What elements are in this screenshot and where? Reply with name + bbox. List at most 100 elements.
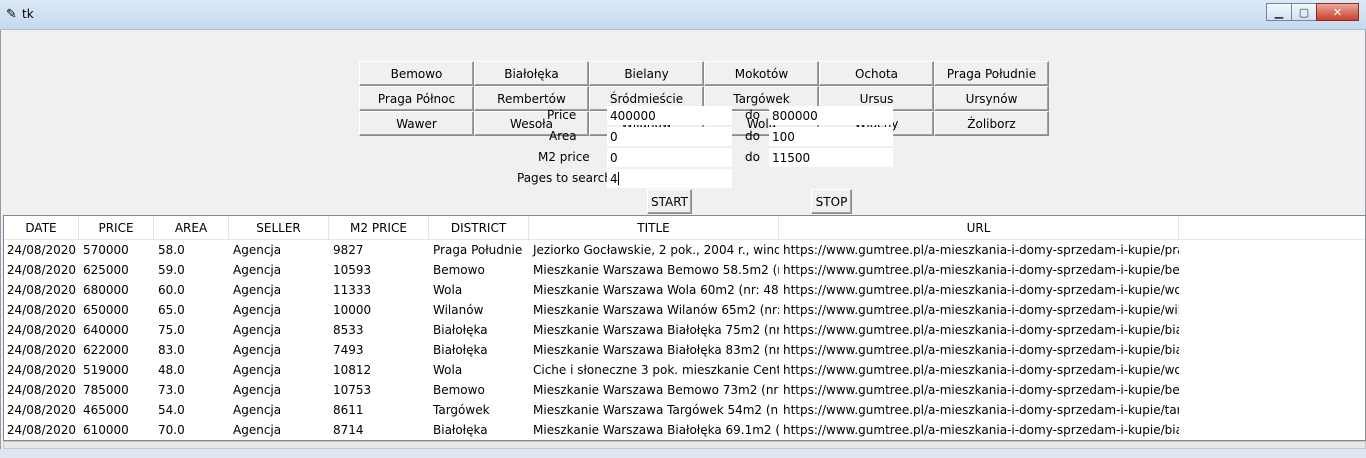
district-button[interactable]: Bemowo (359, 61, 474, 86)
table-row[interactable]: 24/08/2020 640000 75.0 Agencja 8533 Białołęka… (4, 320, 1365, 340)
table-cell: 65.0 (158, 303, 185, 317)
table-cell: 640000 (83, 323, 129, 337)
table-cell: Agencja (233, 263, 282, 277)
stop-button[interactable]: STOP (811, 189, 852, 214)
table-row[interactable]: 24/08/2020 650000 65.0 Agencja 10000 Wilanów M… (4, 300, 1365, 320)
table-cell: https://www.gumtree.pl/a-mieszkania-i-do… (783, 323, 1179, 337)
table-cell: Mieszkanie Warszawa Wola 60m2 (nr: 48954… (533, 283, 779, 297)
table-cell: Bemowo (433, 383, 485, 397)
column-header[interactable]: DATE (4, 216, 79, 239)
table-cell: Wola (433, 283, 463, 297)
table-cell: 24/08/2020 (6, 383, 77, 397)
horizontal-scrollbar[interactable] (3, 441, 1366, 449)
table-cell: https://www.gumtree.pl/a-mieszkania-i-do… (783, 383, 1179, 397)
table-cell: 83.0 (158, 343, 185, 357)
table-cell: https://www.gumtree.pl/a-mieszkania-i-do… (783, 303, 1179, 317)
table-cell: Białołęka (433, 343, 488, 357)
table-cell: 24/08/2020 (6, 303, 77, 317)
district-button[interactable]: Ochota (819, 61, 934, 86)
district-button[interactable]: Bielany (589, 61, 704, 86)
district-button[interactable]: Ursynów (934, 86, 1049, 111)
table-row[interactable]: 24/08/2020 622000 83.0 Agencja 7493 Białołęka… (4, 340, 1365, 360)
column-header[interactable]: SELLER (229, 216, 329, 239)
table-cell: https://www.gumtree.pl/a-mieszkania-i-do… (783, 283, 1179, 297)
start-button[interactable]: START (647, 189, 692, 214)
table-cell: 24/08/2020 (6, 363, 77, 377)
district-button[interactable]: Mokotów (704, 61, 819, 86)
m2-price-from-input[interactable]: 0 (607, 148, 732, 167)
m2-price-to-input[interactable]: 11500 (769, 148, 893, 167)
price-to-input[interactable]: 800000 (769, 106, 893, 125)
district-button[interactable]: Praga Północ (359, 86, 474, 111)
m2-price-to-label: do (745, 150, 760, 164)
column-header[interactable]: AREA (154, 216, 229, 239)
table-row[interactable]: 24/08/2020 570000 58.0 Agencja 9827 Praga Poł… (4, 240, 1365, 260)
table-cell: 625000 (83, 263, 129, 277)
table-cell: Wilanów (433, 303, 484, 317)
table-cell: Mieszkanie Warszawa Targówek 54m2 (nr: 4… (533, 403, 779, 417)
pages-label: Pages to search (517, 171, 612, 185)
table-cell: Agencja (233, 323, 282, 337)
table-body: 24/08/2020 570000 58.0 Agencja 9827 Praga Poł… (4, 240, 1365, 440)
table-row[interactable]: 24/08/2020 625000 59.0 Agencja 10593 Bemowo Mi… (4, 260, 1365, 280)
table-row[interactable]: 24/08/2020 680000 60.0 Agencja 11333 Wola Mies… (4, 280, 1365, 300)
area-to-input[interactable]: 100 (769, 127, 893, 146)
table-row[interactable]: 24/08/2020 785000 73.0 Agencja 10753 Bemowo Mi… (4, 380, 1365, 400)
table-cell: 7493 (333, 343, 364, 357)
table-cell: 24/08/2020 (6, 323, 77, 337)
price-from-input[interactable]: 400000 (607, 106, 732, 125)
column-header[interactable]: M2 PRICE (329, 216, 429, 239)
title-bar: ✎ tk ▁ ▢ ✕ (0, 0, 1366, 30)
table-cell: Bemowo (433, 263, 485, 277)
table-cell: Białołęka (433, 423, 488, 437)
table-cell: Mieszkanie Warszawa Bemowo 58.5m2 (nr: 4… (533, 263, 779, 277)
table-cell: 24/08/2020 (6, 403, 77, 417)
window-title: tk (22, 7, 34, 21)
table-cell: 24/08/2020 (6, 343, 77, 357)
district-button[interactable]: Żoliborz (934, 111, 1049, 136)
table-cell: https://www.gumtree.pl/a-mieszkania-i-do… (783, 423, 1179, 437)
minimize-icon[interactable]: ▁ (1266, 3, 1292, 21)
table-cell: 24/08/2020 (6, 283, 77, 297)
price-label: Price (547, 108, 577, 122)
area-from-input[interactable]: 0 (607, 127, 732, 146)
table-row[interactable]: 24/08/2020 465000 54.0 Agencja 8611 Targówek M… (4, 400, 1365, 420)
area-to-label: do (745, 129, 760, 143)
column-header[interactable]: PRICE (79, 216, 154, 239)
maximize-icon[interactable]: ▢ (1291, 3, 1317, 21)
price-to-label: do (745, 108, 760, 122)
column-header[interactable]: DISTRICT (429, 216, 529, 239)
table-cell: 650000 (83, 303, 129, 317)
table-row[interactable]: 24/08/2020 519000 48.0 Agencja 10812 Wola Cich… (4, 360, 1365, 380)
table-cell: https://www.gumtree.pl/a-mieszkania-i-do… (783, 243, 1179, 257)
table-cell: 60.0 (158, 283, 185, 297)
table-cell: 519000 (83, 363, 129, 377)
column-header[interactable]: TITLE (529, 216, 779, 239)
table-cell: Mieszkanie Warszawa Białołęka 69.1m2 (nr… (533, 423, 779, 437)
table-cell: 465000 (83, 403, 129, 417)
table-cell: Mieszkanie Warszawa Wilanów 65m2 (nr: 48… (533, 303, 779, 317)
district-button[interactable]: Praga Południe (934, 61, 1049, 86)
feather-icon: ✎ (6, 7, 17, 22)
pages-input[interactable]: 4 (607, 169, 732, 188)
table-cell: Agencja (233, 363, 282, 377)
table-cell: 785000 (83, 383, 129, 397)
results-table: DATE PRICE AREA SELLER M2 PRICE DISTRICT TITLE… (3, 215, 1366, 441)
district-button[interactable]: Białołęka (474, 61, 589, 86)
table-cell: Mieszkanie Warszawa Białołęka 75m2 (nr: … (533, 323, 779, 337)
table-row[interactable]: 24/08/2020 610000 70.0 Agencja 8714 Białołęka… (4, 420, 1365, 440)
table-cell: 8533 (333, 323, 364, 337)
table-cell: 10593 (333, 263, 372, 277)
area-label: Area (549, 129, 577, 143)
close-icon[interactable]: ✕ (1316, 3, 1359, 21)
table-cell: Targówek (433, 403, 490, 417)
column-header[interactable]: URL (779, 216, 1179, 239)
table-cell: Agencja (233, 343, 282, 357)
table-cell: Agencja (233, 423, 282, 437)
table-cell: Agencja (233, 403, 282, 417)
table-cell: Praga Południe (433, 243, 523, 257)
table-cell: Agencja (233, 243, 282, 257)
district-button[interactable]: Wawer (359, 111, 474, 136)
window-bottom-edge (0, 449, 1366, 458)
table-cell: Ciche i słoneczne 3 pok. mieszkanie Cent… (533, 363, 779, 377)
